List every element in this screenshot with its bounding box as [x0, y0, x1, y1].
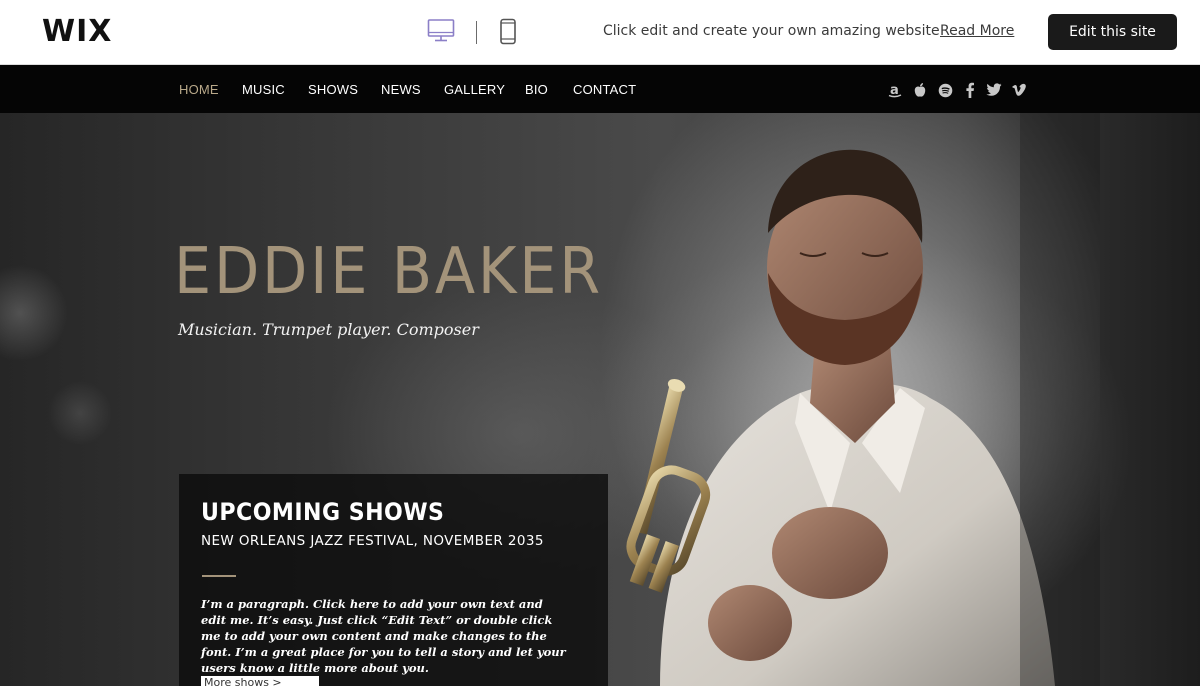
more-shows-button[interactable]: More shows >	[201, 676, 319, 686]
nav-item-news[interactable]: NEWS	[381, 82, 421, 97]
nav-item-home[interactable]: HOME	[179, 82, 219, 97]
shows-paragraph: I’m a paragraph. Click here to add your …	[201, 597, 566, 675]
hero-section: EDDIE BAKER Musician. Trumpet player. Co…	[0, 113, 1200, 686]
shows-event: NEW ORLEANS JAZZ FESTIVAL, NOVEMBER 2035	[201, 533, 544, 549]
spotify-icon[interactable]	[937, 82, 953, 98]
twitter-icon[interactable]	[986, 82, 1002, 98]
upcoming-shows-box: UPCOMING SHOWS NEW ORLEANS JAZZ FESTIVAL…	[179, 474, 608, 686]
device-separator	[476, 21, 477, 44]
edit-site-button[interactable]: Edit this site	[1048, 14, 1177, 50]
site-nav: HOME MUSIC SHOWS NEWS GALLERY BIO CONTAC…	[0, 65, 1200, 113]
wix-logo[interactable]: WIX	[42, 14, 112, 49]
desktop-icon[interactable]	[427, 18, 455, 48]
shows-title: UPCOMING SHOWS	[201, 498, 445, 526]
mobile-icon[interactable]	[499, 18, 517, 50]
promo-text: Click edit and create your own amazing w…	[603, 23, 940, 39]
divider	[202, 575, 236, 577]
nav-item-contact[interactable]: CONTACT	[573, 82, 636, 97]
hero-title: EDDIE BAKER	[174, 235, 603, 309]
nav-item-gallery[interactable]: GALLERY	[444, 82, 505, 97]
wix-top-bar: WIX Click edit and create your own amazi…	[0, 0, 1200, 65]
hero-photo	[600, 113, 1100, 686]
facebook-icon[interactable]	[962, 82, 978, 98]
apple-icon[interactable]	[912, 82, 928, 98]
read-more-link[interactable]: Read More	[940, 23, 1014, 39]
nav-item-shows[interactable]: SHOWS	[308, 82, 358, 97]
hero-subtitle: Musician. Trumpet player. Composer	[178, 320, 479, 339]
nav-item-bio[interactable]: BIO	[525, 82, 548, 97]
nav-item-music[interactable]: MUSIC	[242, 82, 285, 97]
vimeo-icon[interactable]	[1011, 82, 1027, 98]
amazon-icon[interactable]: a	[887, 82, 903, 98]
